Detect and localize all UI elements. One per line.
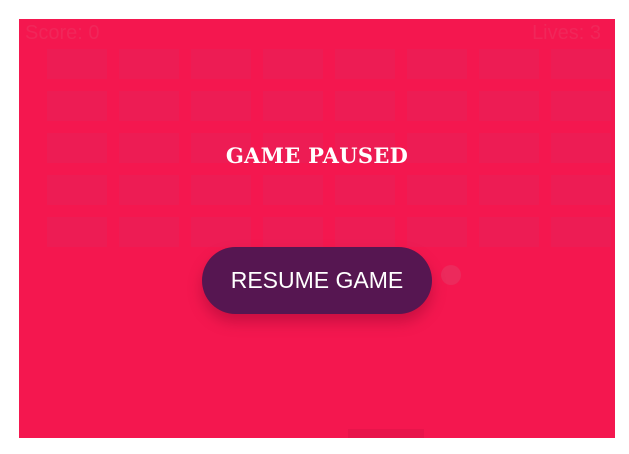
brick [407,217,467,247]
brick [47,91,107,121]
score-display: Score: 0 [25,22,100,44]
brick [551,175,611,205]
lives-display: Lives: 3 [532,22,601,44]
brick [551,49,611,79]
brick [479,91,539,121]
brick [479,49,539,79]
brick [551,217,611,247]
brick [335,175,395,205]
brick [479,175,539,205]
brick [407,91,467,121]
brick [263,91,323,121]
brick [191,49,251,79]
brick [479,217,539,247]
brick [335,49,395,79]
brick [47,49,107,79]
brick [47,175,107,205]
brick [47,217,107,247]
brick [191,91,251,121]
game-page: Score: 0 Lives: 3 GAME PAUSED RESUME GAM… [0,0,629,454]
brick [191,217,251,247]
brick [335,91,395,121]
paddle[interactable] [348,429,424,438]
resume-game-button[interactable]: RESUME GAME [202,247,432,314]
brick [263,175,323,205]
brick [335,217,395,247]
brick [191,175,251,205]
brick [119,91,179,121]
ball [441,265,461,285]
brick [407,49,467,79]
brick [551,91,611,121]
brick [119,217,179,247]
brick [263,49,323,79]
brick [407,175,467,205]
paused-title: GAME PAUSED [225,143,409,168]
brick [119,49,179,79]
brick [119,175,179,205]
brick [263,217,323,247]
game-canvas[interactable]: Score: 0 Lives: 3 GAME PAUSED RESUME GAM… [19,19,615,438]
